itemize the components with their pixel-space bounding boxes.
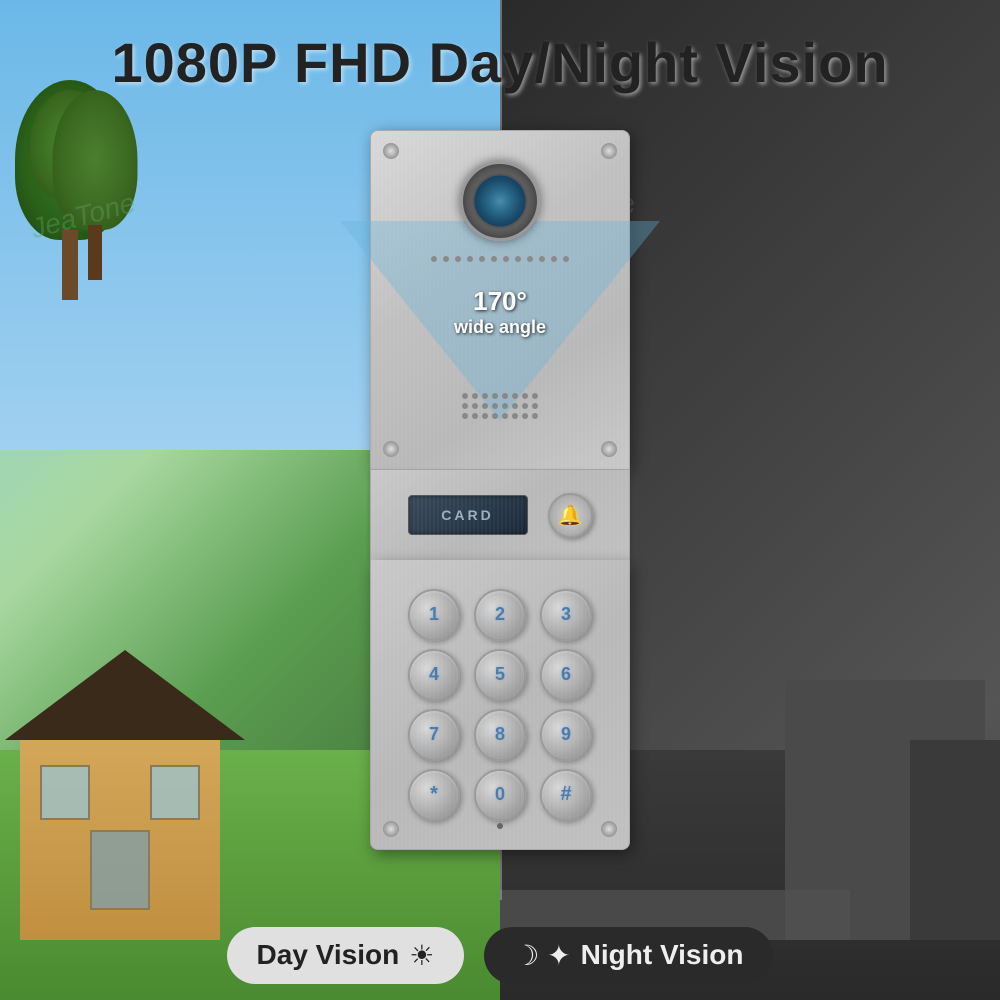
key-6[interactable]: 6: [540, 649, 592, 701]
card-bell-panel: CARD 🔔: [370, 470, 630, 560]
keypad-row-1: 1 2 3: [408, 589, 592, 641]
screw-top-left: [383, 143, 399, 159]
key-star[interactable]: *: [408, 769, 460, 821]
keypad-row-2: 4 5 6: [408, 649, 592, 701]
bottom-labels: Day Vision ☀ ☽ ✦ Night Vision: [0, 910, 1000, 1000]
heading-title: 1080P FHD Day/Night Vision: [111, 31, 888, 94]
key-0[interactable]: 0: [474, 769, 526, 821]
doorbell-button[interactable]: 🔔: [548, 493, 593, 538]
screw-keypad-right: [601, 821, 617, 837]
speaker-grille: [462, 393, 538, 429]
angle-degrees: 170°: [454, 286, 546, 317]
night-vision-icon: ☽ ✦: [514, 939, 570, 972]
key-hash[interactable]: #: [540, 769, 592, 821]
day-vision-label: Day Vision ☀: [227, 927, 465, 984]
key-9[interactable]: 9: [540, 709, 592, 761]
screw-keypad-left: [383, 821, 399, 837]
camera-panel: 170° wide angle: [370, 130, 630, 470]
key-1[interactable]: 1: [408, 589, 460, 641]
key-7[interactable]: 7: [408, 709, 460, 761]
card-reader[interactable]: CARD: [408, 495, 528, 535]
night-vision-label: ☽ ✦ Night Vision: [484, 927, 773, 984]
camera-lens: [473, 174, 528, 229]
keypad-row-3: 7 8 9: [408, 709, 592, 761]
camera-housing: [460, 161, 540, 241]
key-3[interactable]: 3: [540, 589, 592, 641]
ir-dots: [420, 256, 580, 262]
indicator-dot: [497, 823, 503, 829]
day-vision-text: Day Vision: [257, 939, 400, 971]
key-5[interactable]: 5: [474, 649, 526, 701]
screw-top-right: [601, 143, 617, 159]
key-4[interactable]: 4: [408, 649, 460, 701]
card-label: CARD: [441, 507, 493, 523]
heading: 1080P FHD Day/Night Vision: [0, 30, 1000, 95]
key-8[interactable]: 8: [474, 709, 526, 761]
night-vision-text: Night Vision: [581, 939, 744, 971]
day-vision-icon: ☀: [409, 939, 434, 972]
screw-bottom-right: [601, 441, 617, 457]
keypad-row-4: * 0 #: [408, 769, 592, 821]
keypad-panel: 1 2 3 4 5 6 7 8 9 * 0 #: [370, 560, 630, 850]
angle-description: wide angle: [454, 317, 546, 338]
screw-bottom-left: [383, 441, 399, 457]
bell-icon: 🔔: [558, 503, 583, 528]
device-panel: 170° wide angle CARD 🔔 1: [370, 130, 630, 850]
key-2[interactable]: 2: [474, 589, 526, 641]
angle-label: 170° wide angle: [454, 286, 546, 338]
